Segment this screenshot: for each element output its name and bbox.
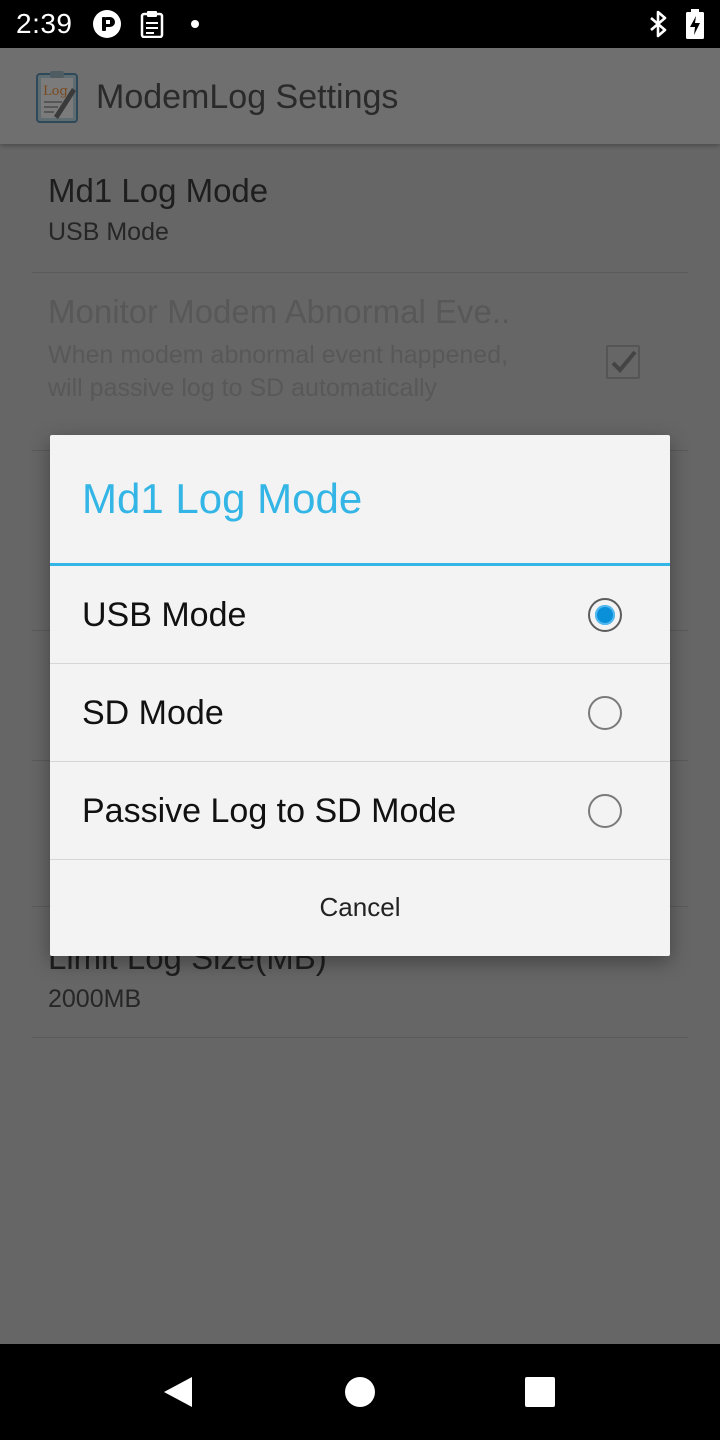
checkmark-icon: [611, 350, 637, 373]
clipboard-log-icon: [140, 11, 164, 38]
pref-monitor-modem-abnormal[interactable]: Monitor Modem Abnormal Eve.. When modem …: [32, 273, 688, 451]
pref-title: Md1 Log Mode: [48, 172, 269, 209]
option-label: SD Mode: [82, 694, 224, 732]
pref-summary: 2000MB: [48, 985, 142, 1013]
radio-passive-log-sd-mode[interactable]: [588, 794, 622, 828]
option-usb-mode[interactable]: USB Mode: [50, 566, 670, 664]
home-icon[interactable]: [342, 1374, 378, 1410]
pref-summary: USB Mode: [48, 218, 169, 246]
status-time: 2:39: [16, 8, 73, 39]
bluetooth-icon: [650, 10, 667, 38]
recents-icon[interactable]: [524, 1376, 556, 1408]
option-sd-mode[interactable]: SD Mode: [50, 664, 670, 762]
app-title: ModemLog Settings: [96, 78, 399, 116]
back-icon[interactable]: [160, 1374, 196, 1410]
navigation-bar: [0, 1344, 720, 1440]
option-label: Passive Log to SD Mode: [82, 792, 457, 830]
svg-text:Log: Log: [43, 84, 68, 99]
cancel-button[interactable]: Cancel: [50, 859, 670, 956]
pref-title: Monitor Modem Abnormal Eve..: [48, 293, 511, 330]
log-mode-dialog: Md1 Log Mode USB Mode SD Mode Passive Lo…: [50, 435, 670, 956]
dialog-title: Md1 Log Mode: [82, 475, 363, 522]
option-label: USB Mode: [82, 596, 247, 634]
pref-md1-log-mode[interactable]: Md1 Log Mode USB Mode: [32, 144, 688, 273]
radio-sd-mode[interactable]: [588, 696, 622, 730]
option-passive-log-sd-mode[interactable]: Passive Log to SD Mode: [50, 762, 670, 860]
battery-charging-icon: [686, 9, 704, 39]
monitor-checkbox[interactable]: [606, 345, 640, 379]
pref-summary: When modem abnormal event happened, will…: [48, 341, 509, 402]
radio-usb-mode[interactable]: [588, 598, 622, 632]
app-bar: Log ModemLog Settings: [0, 48, 720, 144]
log-app-icon: Log: [36, 71, 78, 123]
notification-dot-icon: [191, 20, 199, 28]
status-bar: 2:39: [0, 0, 720, 48]
pocket-casts-icon: [93, 10, 121, 38]
